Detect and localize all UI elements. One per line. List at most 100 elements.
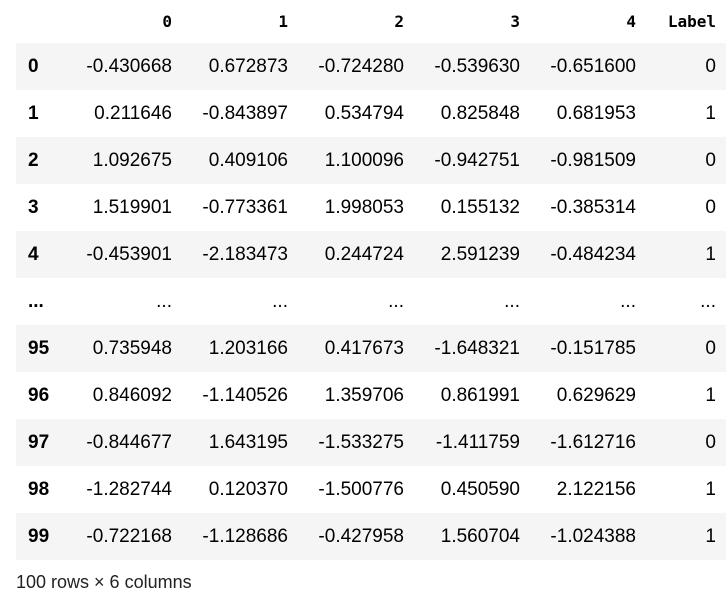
label-cell: 0 — [705, 196, 716, 218]
table-cell: -1.500776 — [318, 478, 404, 500]
table-row: ..................... — [16, 278, 726, 325]
table-cell: -0.151785 — [550, 337, 636, 359]
label-cell: 0 — [705, 431, 716, 453]
row-index: 3 — [28, 196, 39, 218]
table-row: 1 0.211646 -0.843897 0.534794 0.825848 0.6819… — [16, 90, 726, 137]
label-cell: 0 — [705, 337, 716, 359]
row-index: 1 — [28, 102, 39, 124]
table-cell: 1.100096 — [324, 149, 404, 171]
table-row: 3 1.519901 -0.773361 1.998053 0.155132 -0.385… — [16, 184, 726, 231]
table-cell: 0.244724 — [324, 243, 404, 265]
table-cell: -0.430668 — [86, 55, 172, 77]
column-header: 2 — [394, 12, 404, 31]
row-index: 2 — [28, 149, 39, 171]
table-cell: ... — [156, 290, 172, 312]
table-cell: 0.846092 — [92, 384, 172, 406]
table-cell: -1.128686 — [202, 525, 288, 547]
column-header: 3 — [510, 12, 520, 31]
label-cell: 0 — [705, 55, 716, 77]
column-header: 4 — [626, 12, 636, 31]
dataframe-table: 0 1 2 3 4 Label 0 -0.430668 0.672873 -0.724… — [16, 0, 726, 560]
table-cell: 0.120370 — [208, 478, 288, 500]
table-header: 0 1 2 3 4 Label — [16, 0, 726, 43]
table-cell: 1.092675 — [92, 149, 172, 171]
table-body: 0 -0.430668 0.672873 -0.724280 -0.539630 -0.6… — [16, 43, 726, 560]
row-index: 96 — [28, 384, 50, 406]
table-cell: 0.825848 — [440, 102, 520, 124]
header-row: 0 1 2 3 4 Label — [16, 0, 726, 43]
table-cell: ... — [620, 290, 636, 312]
table-cell: -0.843897 — [202, 102, 288, 124]
label-cell: ... — [700, 290, 716, 312]
column-header-label: Label — [667, 12, 716, 31]
row-index: 98 — [28, 478, 50, 500]
label-cell: 1 — [705, 243, 716, 265]
table-cell: 0.409106 — [208, 149, 288, 171]
table-cell: 0.155132 — [440, 196, 520, 218]
table-cell: -0.981509 — [550, 149, 636, 171]
table-row: 97 -0.844677 1.643195 -1.533275 -1.411759 -1.… — [16, 419, 726, 466]
row-index: 97 — [28, 431, 50, 453]
row-index: ... — [28, 290, 44, 312]
table-cell: -1.533275 — [318, 431, 404, 453]
table-cell: -1.140526 — [202, 384, 288, 406]
table-cell: 1.359706 — [324, 384, 404, 406]
table-cell: 2.591239 — [440, 243, 520, 265]
table-cell: ... — [272, 290, 288, 312]
table-cell: -0.773361 — [202, 196, 288, 218]
table-cell: 0.735948 — [92, 337, 172, 359]
label-cell: 0 — [705, 149, 716, 171]
label-cell: 1 — [705, 384, 716, 406]
table-cell: -0.427958 — [318, 525, 404, 547]
table-cell: 1.643195 — [208, 431, 288, 453]
table-cell: -0.844677 — [86, 431, 172, 453]
table-cell: 1.560704 — [440, 525, 520, 547]
table-row: 96 0.846092 -1.140526 1.359706 0.861991 0.629… — [16, 372, 726, 419]
dataframe-output: 0 1 2 3 4 Label 0 -0.430668 0.672873 -0.724… — [0, 0, 726, 599]
table-cell: 2.122156 — [556, 478, 636, 500]
table-row: 95 0.735948 1.203166 0.417673 -1.648321 -0.15… — [16, 325, 726, 372]
label-cell: 1 — [705, 525, 716, 547]
table-cell: -0.539630 — [434, 55, 520, 77]
table-cell: 1.203166 — [208, 337, 288, 359]
table-cell: -0.724280 — [318, 55, 404, 77]
table-cell: 1.519901 — [92, 196, 172, 218]
table-cell: 0.629629 — [556, 384, 636, 406]
table-cell: ... — [504, 290, 520, 312]
row-index: 99 — [28, 525, 50, 547]
table-cell: -0.385314 — [550, 196, 636, 218]
table-row: 99 -0.722168 -1.128686 -0.427958 1.560704 -1.… — [16, 513, 726, 560]
table-cell: 0.672873 — [208, 55, 288, 77]
table-cell: -1.612716 — [550, 431, 636, 453]
table-cell: 0.861991 — [440, 384, 520, 406]
table-row: 2 1.092675 0.409106 1.100096 -0.942751 -0.981… — [16, 137, 726, 184]
row-index: 0 — [28, 55, 39, 77]
table-cell: -0.942751 — [434, 149, 520, 171]
table-cell: -2.183473 — [202, 243, 288, 265]
label-cell: 1 — [705, 478, 716, 500]
table-cell: 1.998053 — [324, 196, 404, 218]
table-cell: 0.417673 — [324, 337, 404, 359]
table-cell: ... — [388, 290, 404, 312]
table-cell: -1.024388 — [550, 525, 636, 547]
index-header — [16, 0, 66, 43]
table-cell: -0.453901 — [86, 243, 172, 265]
table-cell: -1.282744 — [86, 478, 172, 500]
column-header: 0 — [162, 12, 172, 31]
table-cell: 0.211646 — [94, 102, 172, 124]
label-cell: 1 — [705, 102, 716, 124]
table-cell: 0.450590 — [440, 478, 520, 500]
table-row: 98 -1.282744 0.120370 -1.500776 0.450590 2.12… — [16, 466, 726, 513]
table-cell: -1.411759 — [435, 431, 520, 453]
shape-summary: 100 rows × 6 columns — [16, 572, 192, 592]
table-cell: -1.648321 — [434, 337, 520, 359]
table-row: 0 -0.430668 0.672873 -0.724280 -0.539630 -0.6… — [16, 43, 726, 90]
table-cell: 0.681953 — [556, 102, 636, 124]
table-cell: -0.484234 — [550, 243, 636, 265]
table-cell: -0.651600 — [550, 55, 636, 77]
table-row: 4 -0.453901 -2.183473 0.244724 2.591239 -0.48… — [16, 231, 726, 278]
table-cell: 0.534794 — [324, 102, 404, 124]
row-index: 4 — [28, 243, 39, 265]
column-header: 1 — [278, 12, 288, 31]
row-index: 95 — [28, 337, 50, 359]
